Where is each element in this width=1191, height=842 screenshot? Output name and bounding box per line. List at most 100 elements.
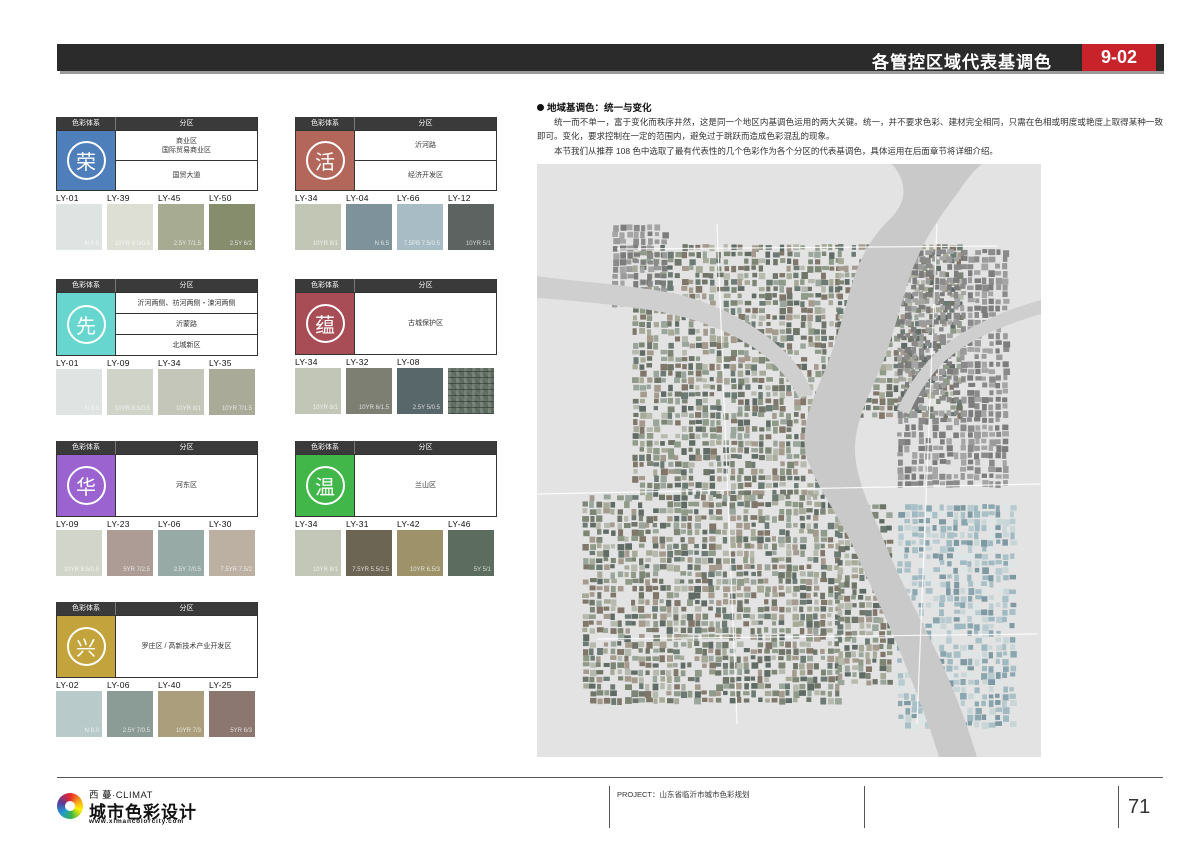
swatch-notation: 2.5Y 7/1.5 (173, 241, 201, 247)
map-block (905, 382, 910, 387)
map-block (646, 642, 653, 649)
map-block (988, 466, 996, 472)
map-block (821, 314, 826, 320)
map-block (960, 452, 967, 460)
map-block (827, 544, 834, 549)
map-block (996, 431, 1002, 437)
map-block (681, 412, 688, 417)
map-block (631, 599, 636, 606)
map-block (653, 483, 660, 490)
map-block (933, 567, 941, 573)
map-block (940, 305, 946, 311)
map-block (667, 516, 673, 522)
map-block (687, 627, 693, 634)
map-block (597, 578, 603, 585)
map-block (610, 669, 615, 676)
title-band-shadow (60, 71, 1164, 74)
map-block (674, 259, 682, 266)
map-block (974, 410, 982, 418)
footer-logo[interactable]: 西 蔓·CLIMAT 城市色彩设计 www.ximancolorcity.com (57, 787, 227, 827)
map-block (828, 258, 834, 265)
zone-badge-char: 华 (66, 466, 106, 505)
swatch-code: LY-34 (295, 193, 318, 203)
map-block (988, 525, 996, 533)
map-block (779, 307, 786, 315)
map-block (722, 627, 729, 634)
map-block (652, 606, 658, 612)
header-zone: 分区 (115, 602, 257, 615)
map-block (758, 258, 766, 264)
map-block (837, 673, 843, 680)
map-block (786, 454, 793, 459)
map-block (766, 279, 773, 286)
map-block (779, 329, 786, 334)
map-block (744, 265, 750, 271)
map-block (982, 298, 988, 305)
map-block (694, 529, 700, 535)
map-block (837, 532, 843, 539)
map-block (939, 459, 947, 464)
map-block (736, 641, 744, 647)
map-block (772, 690, 780, 697)
map-block (939, 519, 946, 525)
map-block (988, 452, 993, 459)
map-block (723, 293, 731, 299)
map-block (596, 662, 601, 667)
map-block (709, 279, 715, 286)
map-block (709, 363, 715, 371)
map-block (603, 585, 610, 592)
swatch-code: LY-46 (448, 519, 471, 529)
map-block (961, 438, 966, 445)
map-block (925, 348, 930, 353)
map-block (625, 543, 633, 550)
map-block (806, 578, 813, 585)
map-block (995, 396, 1001, 402)
map-block (968, 382, 976, 387)
map-block (654, 252, 660, 258)
map-block (947, 659, 953, 665)
map-block (652, 592, 660, 600)
map-block (837, 293, 844, 300)
map-block (852, 665, 859, 671)
map-block (887, 378, 893, 383)
map-block (695, 329, 700, 334)
map-block (603, 606, 610, 611)
map-block (865, 610, 872, 617)
map-block (596, 515, 603, 522)
map-block (820, 606, 827, 612)
map-block (617, 669, 622, 675)
map-block (1002, 452, 1007, 459)
map-block (780, 258, 786, 263)
map-block (612, 231, 618, 237)
map-block (974, 532, 979, 540)
map-block (730, 593, 736, 599)
map-block (709, 515, 716, 520)
map-block (1002, 431, 1009, 437)
map-block (960, 256, 968, 261)
map-block (758, 293, 765, 299)
map-block (738, 266, 744, 271)
map-block (939, 340, 947, 346)
map-block (646, 363, 653, 368)
zone-badge: 活 (296, 131, 354, 190)
map-block (995, 403, 1001, 410)
map-block (743, 522, 750, 530)
map-block (988, 504, 995, 509)
map-block (639, 462, 644, 467)
map-block (995, 425, 1000, 431)
map-block (820, 620, 826, 627)
map-block (947, 264, 953, 270)
swatch-row: N 9.0 10YR 8.5/0.5 10YR 8/1 10YR 7/1.5 (56, 369, 258, 415)
map-block (772, 649, 779, 654)
map-block (750, 676, 756, 681)
map-block (736, 593, 744, 598)
map-block (1010, 672, 1016, 677)
map-block (887, 638, 895, 645)
map-block (960, 368, 968, 373)
map-block (673, 663, 678, 668)
map-block (641, 225, 646, 232)
map-block (702, 398, 708, 404)
map-block (603, 502, 610, 509)
map-block (967, 390, 975, 396)
map-block (703, 454, 711, 461)
